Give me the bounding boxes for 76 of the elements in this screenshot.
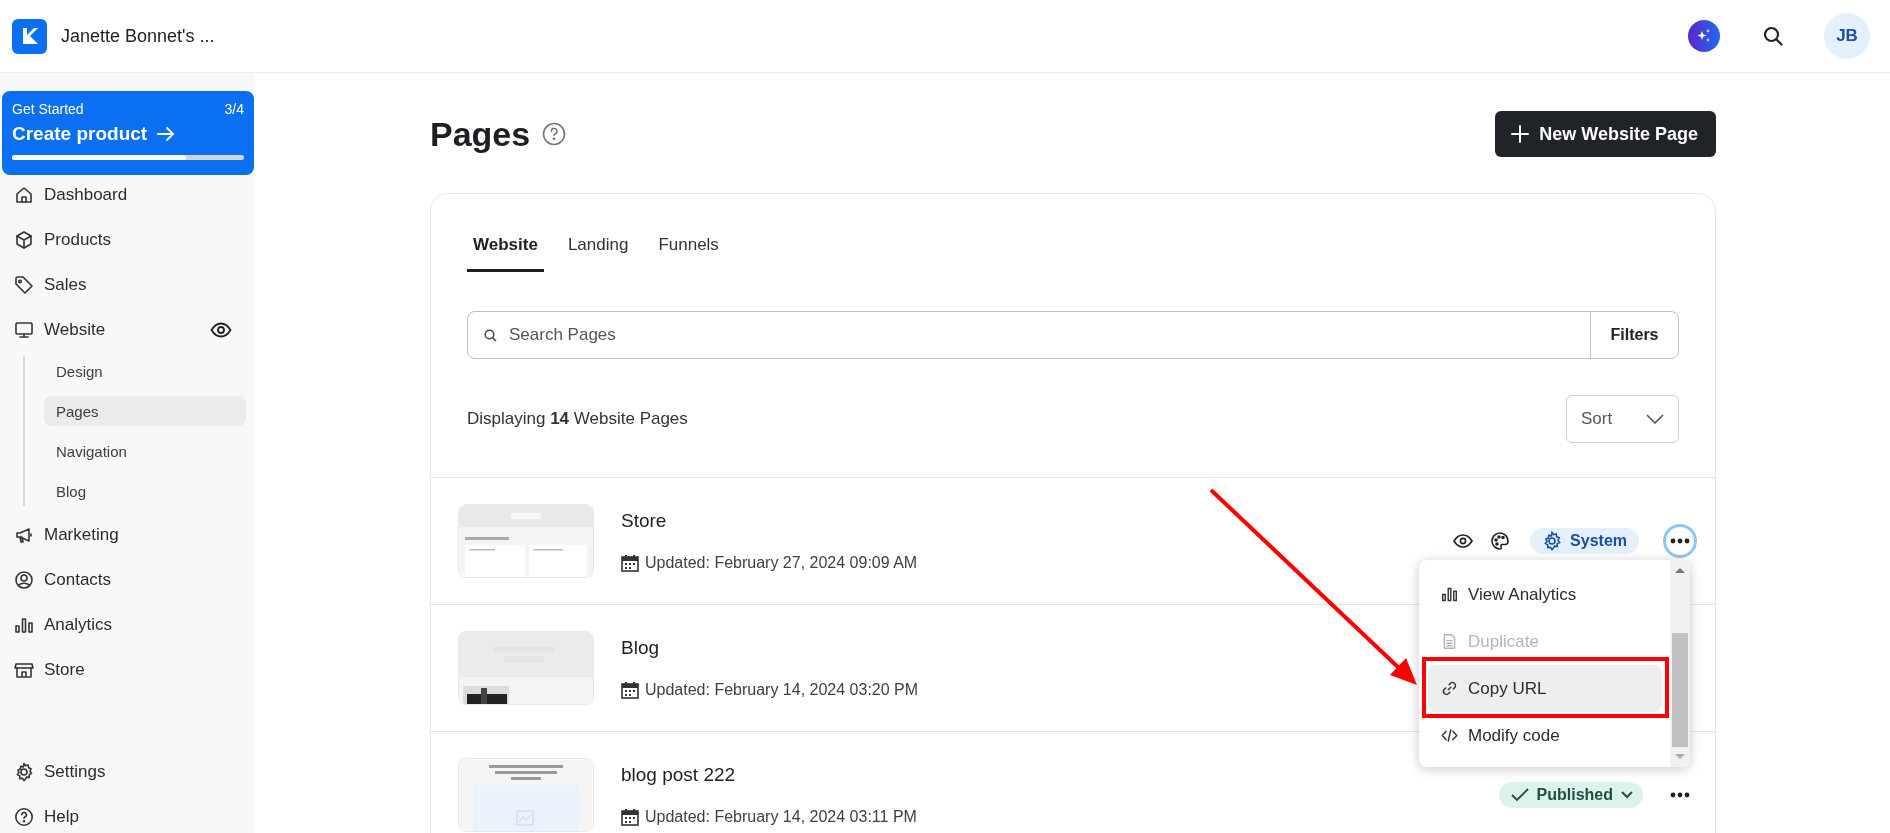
- document-icon: [1441, 633, 1458, 650]
- page-count: Displaying 14 Website Pages: [467, 409, 688, 429]
- filters-button[interactable]: Filters: [1590, 312, 1678, 358]
- arrow-icon: [157, 126, 176, 142]
- search-bar[interactable]: Search Pages Filters: [467, 311, 1679, 359]
- monitor-icon: [14, 320, 34, 340]
- tab[interactable]: Funnels: [652, 234, 725, 272]
- sidebar-item[interactable]: Website: [2, 312, 244, 348]
- page-title: Pages: [430, 114, 531, 154]
- search-field[interactable]: Search Pages: [507, 324, 1590, 346]
- storefront-icon: [14, 660, 34, 680]
- menu-item[interactable]: Modify code: [1428, 712, 1662, 759]
- megaphone-icon: [14, 525, 34, 545]
- status-dropdown[interactable]: Published: [1498, 782, 1643, 808]
- person-circle-icon: [14, 570, 34, 590]
- updated-date: Updated: February 27, 2024 09:09 AM: [645, 554, 918, 572]
- page-name[interactable]: blog post 222: [621, 764, 736, 786]
- help-icon[interactable]: [542, 122, 567, 146]
- sidebar-subitem[interactable]: Pages: [44, 396, 246, 426]
- more-button[interactable]: [1663, 524, 1697, 558]
- sidebar-item[interactable]: Help: [2, 799, 244, 833]
- help-icon: [14, 807, 34, 827]
- new-page-button[interactable]: New Website Page: [1495, 111, 1716, 157]
- settings-icon: [14, 762, 34, 782]
- calendar-icon: [621, 554, 639, 572]
- user-avatar[interactable]: JB: [1824, 13, 1870, 59]
- page-name[interactable]: Blog: [621, 637, 660, 659]
- sidebar-item[interactable]: Store: [2, 652, 244, 688]
- bar-chart-icon: [1441, 586, 1458, 603]
- eye-icon[interactable]: [1453, 534, 1474, 548]
- plus-icon: [1511, 125, 1530, 143]
- get-started-card[interactable]: Get Started 3/4 Create product: [2, 91, 254, 175]
- search-icon: [484, 328, 497, 342]
- calendar-icon: [621, 808, 639, 826]
- home-icon: [14, 185, 34, 205]
- chevron-down-icon: [1646, 414, 1664, 424]
- sidebar-item[interactable]: Sales: [2, 267, 244, 303]
- search-icon[interactable]: [1762, 25, 1784, 47]
- progress-count: 3/4: [224, 101, 244, 117]
- workspace-name[interactable]: Janette Bonnet's ...: [61, 25, 215, 47]
- sidebar-subitem[interactable]: Design: [44, 356, 246, 386]
- check-icon: [1510, 788, 1529, 802]
- tab[interactable]: Landing: [561, 234, 635, 272]
- dots-icon: [1670, 538, 1690, 544]
- bar-chart-icon: [14, 615, 34, 635]
- box-icon: [14, 230, 34, 250]
- sidebar-item[interactable]: Settings: [2, 754, 244, 790]
- link-icon: [1441, 680, 1458, 697]
- sidebar-item[interactable]: Analytics: [2, 607, 244, 643]
- sort-dropdown[interactable]: Sort: [1566, 395, 1679, 443]
- sidebar-item[interactable]: Products: [2, 222, 244, 258]
- gear-icon: [1542, 531, 1563, 551]
- tab[interactable]: Website: [467, 234, 544, 272]
- sidebar-item[interactable]: Contacts: [2, 562, 244, 598]
- chevron-down-icon: [1621, 791, 1633, 799]
- sidebar-item[interactable]: Dashboard: [2, 177, 244, 213]
- logo-icon[interactable]: [12, 18, 47, 54]
- sidebar-subitem[interactable]: Blog: [44, 476, 246, 506]
- sidebar-item[interactable]: Marketing: [2, 517, 244, 553]
- menu-item[interactable]: Copy URL: [1428, 665, 1662, 712]
- card-label: Get Started: [12, 101, 84, 117]
- eye-icon[interactable]: [210, 322, 232, 338]
- tag-icon: [14, 275, 34, 295]
- page-name[interactable]: Store: [621, 510, 667, 532]
- card-title: Create product: [12, 123, 148, 145]
- dots-icon: [1670, 792, 1690, 798]
- code-icon: [1441, 727, 1458, 744]
- sidebar-subitem[interactable]: Navigation: [44, 436, 246, 466]
- menu-item[interactable]: View Analytics: [1428, 571, 1662, 618]
- sparkle-icon[interactable]: [1688, 20, 1720, 52]
- palette-icon[interactable]: [1490, 531, 1511, 551]
- system-badge: System: [1530, 528, 1639, 554]
- updated-date: Updated: February 14, 2024 03:20 PM: [645, 681, 919, 699]
- calendar-icon: [621, 681, 639, 699]
- scrollbar[interactable]: [1670, 560, 1690, 767]
- updated-date: Updated: February 14, 2024 03:11 PM: [645, 808, 917, 826]
